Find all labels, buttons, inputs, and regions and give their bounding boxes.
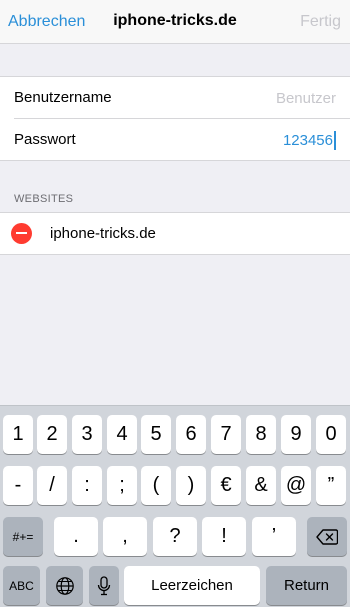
key-exclamation[interactable]: ! <box>202 517 246 556</box>
delete-circle-icon[interactable] <box>11 223 32 244</box>
navigation-bar: Abbrechen iphone-tricks.de Fertig <box>0 0 350 44</box>
key-9[interactable]: 9 <box>281 415 311 454</box>
page-title: iphone-tricks.de <box>113 12 237 29</box>
key-colon[interactable]: : <box>72 466 102 505</box>
password-label: Passwort <box>14 131 76 148</box>
globe-icon[interactable] <box>46 566 83 605</box>
key-ampersand[interactable]: & <box>246 466 276 505</box>
key-8[interactable]: 8 <box>246 415 276 454</box>
websites-section-header: WEBSITES <box>14 193 74 205</box>
key-5[interactable]: 5 <box>141 415 171 454</box>
website-list: iphone-tricks.de <box>0 212 350 255</box>
key-1[interactable]: 1 <box>3 415 33 454</box>
key-comma[interactable]: , <box>103 517 147 556</box>
key-6[interactable]: 6 <box>176 415 206 454</box>
abc-key[interactable]: ABC <box>3 566 40 605</box>
key-at[interactable]: @ <box>281 466 311 505</box>
password-field[interactable] <box>183 128 333 152</box>
key-open-paren[interactable]: ( <box>141 466 171 505</box>
key-apostrophe[interactable]: ’ <box>252 517 296 556</box>
text-cursor <box>334 131 336 150</box>
key-slash[interactable]: / <box>37 466 67 505</box>
password-row: Passwort <box>0 119 350 161</box>
key-hyphen[interactable]: - <box>3 466 33 505</box>
credentials-form: Benutzername Passwort <box>0 76 350 161</box>
key-semicolon[interactable]: ; <box>107 466 137 505</box>
username-row: Benutzername <box>0 77 350 119</box>
username-label: Benutzername <box>14 89 112 106</box>
username-field[interactable] <box>186 86 336 110</box>
keyboard: 1 2 3 4 5 6 7 8 9 0 - / : ; ( ) € & @ ” … <box>0 405 350 607</box>
microphone-icon[interactable] <box>89 566 119 605</box>
key-7[interactable]: 7 <box>211 415 241 454</box>
symbols-switch-key[interactable]: #+= <box>3 517 43 556</box>
key-close-paren[interactable]: ) <box>176 466 206 505</box>
key-3[interactable]: 3 <box>72 415 102 454</box>
delete-backspace-icon[interactable] <box>307 517 347 556</box>
key-quote[interactable]: ” <box>316 466 346 505</box>
key-0[interactable]: 0 <box>316 415 346 454</box>
key-euro[interactable]: € <box>211 466 241 505</box>
key-question[interactable]: ? <box>153 517 197 556</box>
website-label: iphone-tricks.de <box>50 225 156 242</box>
key-2[interactable]: 2 <box>37 415 67 454</box>
space-key[interactable]: Leerzeichen <box>124 566 260 605</box>
key-period[interactable]: . <box>54 517 98 556</box>
return-key[interactable]: Return <box>266 566 347 605</box>
done-button[interactable]: Fertig <box>300 13 341 31</box>
key-4[interactable]: 4 <box>107 415 137 454</box>
